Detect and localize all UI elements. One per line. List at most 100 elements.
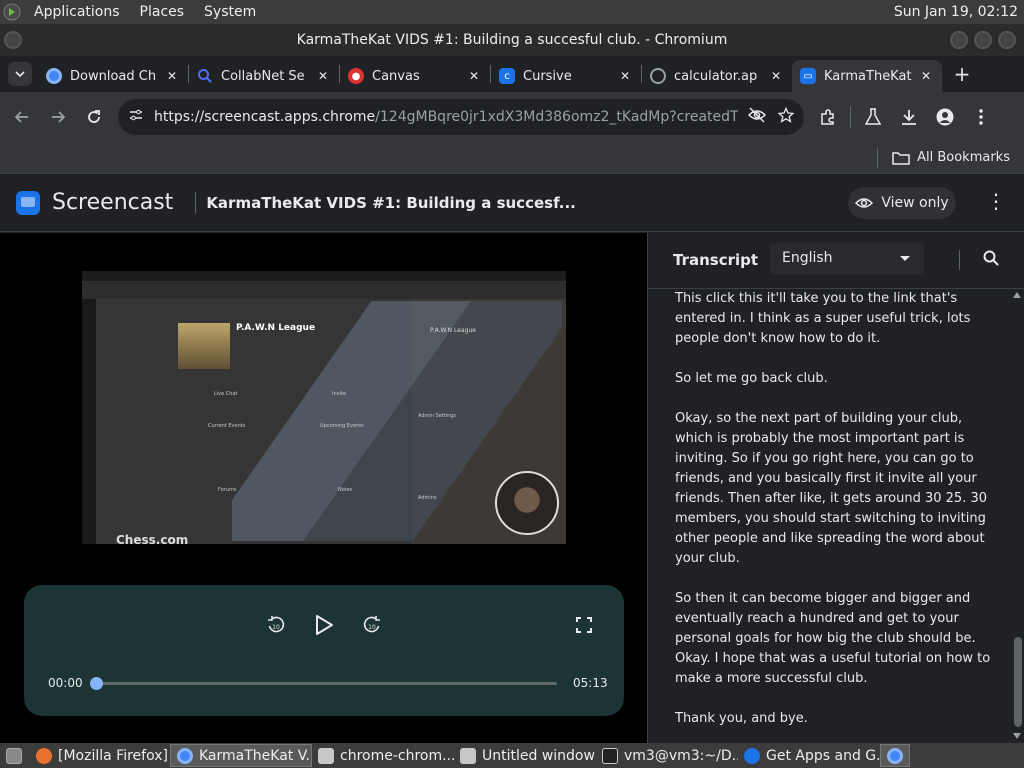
- system-menu[interactable]: System: [194, 0, 266, 24]
- duration: 05:13: [573, 676, 608, 690]
- extensions-icon[interactable]: [810, 99, 846, 135]
- transcript-paragraph[interactable]: So let me go back club.: [675, 369, 997, 389]
- scrollbar-thumb[interactable]: [1014, 637, 1022, 727]
- admins-label: Admins: [418, 495, 437, 501]
- reload-icon[interactable]: [76, 99, 112, 135]
- download-icon[interactable]: [891, 99, 927, 135]
- rewind-10-icon[interactable]: 10: [264, 613, 288, 637]
- tab-cursive[interactable]: c Cursive ✕: [491, 60, 641, 92]
- tab-collabnet[interactable]: CollabNet Se ✕: [189, 60, 339, 92]
- back-icon[interactable]: [4, 99, 40, 135]
- close-tab-icon[interactable]: ✕: [466, 69, 482, 83]
- live-chat-label: Live Chat: [214, 391, 238, 397]
- eye-off-icon[interactable]: [747, 107, 767, 127]
- close-tab-icon[interactable]: ✕: [768, 69, 784, 83]
- seek-bar-thumb[interactable]: [90, 677, 103, 690]
- taskbar-item-terminal[interactable]: vm3@vm3:~/D...: [596, 744, 738, 767]
- close-tab-icon[interactable]: ✕: [315, 69, 331, 83]
- close-tab-icon[interactable]: ✕: [918, 69, 934, 83]
- transcript-paragraph[interactable]: So then it can become bigger and bigger …: [675, 589, 997, 689]
- upcoming-events-label: Upcoming Events: [320, 423, 364, 429]
- scroll-down-arrow-icon[interactable]: [1013, 733, 1021, 739]
- video-browser-tabs: [82, 271, 566, 281]
- fullscreen-icon[interactable]: [574, 615, 594, 635]
- tab-title: KarmaTheKat: [824, 68, 912, 84]
- close-tab-icon[interactable]: ✕: [164, 69, 180, 83]
- show-desktop-button[interactable]: [0, 744, 30, 767]
- firefox-icon: [36, 747, 52, 764]
- video-sidebar: [82, 299, 96, 544]
- tab-search-button[interactable]: [8, 62, 32, 86]
- tab-calculator[interactable]: calculator.ap ✕: [642, 60, 792, 92]
- transcript-paragraph[interactable]: This click this it'll take you to the li…: [675, 290, 997, 349]
- app-brand[interactable]: Screencast: [52, 190, 173, 215]
- club-image: [178, 323, 230, 369]
- terminal-icon: [602, 747, 618, 764]
- more-options-icon[interactable]: ⋮: [984, 189, 1008, 217]
- close-window-button[interactable]: [998, 31, 1016, 49]
- transcript-text: This click this it'll take you to the li…: [675, 290, 997, 743]
- scroll-up-arrow-icon[interactable]: [1013, 292, 1021, 298]
- os-taskbar: [Mozilla Firefox] KarmaTheKat V... chrom…: [0, 743, 1024, 768]
- video-player[interactable]: P.A.W.N League P.A.W.N League Live Chat …: [82, 271, 566, 544]
- play-icon[interactable]: [310, 611, 338, 639]
- applications-menu[interactable]: Applications: [24, 0, 130, 24]
- new-tab-button[interactable]: +: [948, 60, 976, 88]
- bookmarks-bar: All Bookmarks: [0, 142, 1024, 174]
- seek-bar[interactable]: [90, 677, 557, 690]
- taskbar-item-firefox[interactable]: [Mozilla Firefox]: [30, 744, 170, 767]
- places-menu[interactable]: Places: [130, 0, 195, 24]
- view-only-button[interactable]: View only: [848, 187, 956, 219]
- profile-avatar-icon[interactable]: [927, 99, 963, 135]
- maximize-button[interactable]: [974, 31, 992, 49]
- os-top-panel: Applications Places System Sun Jan 19, 0…: [0, 0, 1024, 24]
- search-icon[interactable]: [982, 249, 1004, 271]
- chevron-down-icon: [15, 71, 25, 78]
- taskbar-item-tray[interactable]: [880, 744, 910, 767]
- video-browser-bar: [82, 281, 566, 299]
- labs-flask-icon[interactable]: [855, 99, 891, 135]
- chromium-icon: [887, 747, 903, 764]
- notes-label: Notes: [338, 487, 353, 493]
- header-divider: [195, 191, 197, 214]
- tab-title: Canvas: [372, 68, 420, 84]
- taskbar-item-chromium[interactable]: KarmaTheKat V...: [170, 744, 312, 767]
- toolbar-divider: [850, 106, 851, 128]
- transcript-scrollbar[interactable]: [1010, 290, 1024, 743]
- window-menu-button[interactable]: [4, 31, 22, 49]
- taskbar-item-untitled-window[interactable]: Untitled window: [454, 744, 596, 767]
- tab-canvas[interactable]: ● Canvas ✕: [340, 60, 490, 92]
- svg-text:10: 10: [272, 624, 280, 631]
- forward-10-icon[interactable]: 10: [360, 613, 384, 637]
- taskbar-item-label: vm3@vm3:~/D...: [624, 747, 738, 764]
- recording-title: KarmaTheKat VIDS #1: Building a succesf.…: [206, 193, 576, 212]
- view-only-label: View only: [881, 195, 949, 211]
- transcript-title: Transcript: [673, 251, 759, 269]
- url-host: https://screencast.apps.chrome: [154, 109, 376, 125]
- forward-icon[interactable]: [40, 99, 76, 135]
- clock[interactable]: Sun Jan 19, 02:12: [894, 4, 1024, 20]
- language-select[interactable]: English: [770, 243, 924, 275]
- all-bookmarks-button[interactable]: All Bookmarks: [892, 150, 1010, 165]
- folder-icon: [892, 151, 910, 165]
- close-tab-icon[interactable]: ✕: [617, 69, 633, 83]
- bookmark-star-icon[interactable]: [777, 106, 795, 127]
- transcript-paragraph[interactable]: Okay, so the next part of building your …: [675, 409, 997, 569]
- transcript-panel: Transcript English This click this it'll…: [647, 233, 1024, 743]
- transcript-header-divider: [959, 250, 960, 270]
- tab-download-chrome[interactable]: Download Ch ✕: [38, 60, 188, 92]
- url-text: https://screencast.apps.chrome/124gMBqre…: [154, 109, 738, 125]
- address-bar[interactable]: https://screencast.apps.chrome/124gMBqre…: [118, 99, 804, 135]
- site-info-icon[interactable]: [128, 107, 144, 127]
- tab-karmathekat[interactable]: ▭ KarmaTheKat ✕: [792, 60, 942, 92]
- taskbar-item-label: [Mozilla Firefox]: [58, 747, 168, 764]
- eye-icon: [855, 198, 874, 208]
- browser-menu-icon[interactable]: [963, 99, 999, 135]
- minimize-button[interactable]: [950, 31, 968, 49]
- taskbar-item-get-apps[interactable]: Get Apps and G...: [738, 744, 880, 767]
- transcript-body: This click this it'll take you to the li…: [648, 290, 1010, 743]
- transcript-paragraph[interactable]: Thank you, and bye.: [675, 709, 997, 729]
- taskbar-item-file-manager[interactable]: chrome-chrom...: [312, 744, 454, 767]
- distro-logo-icon[interactable]: [0, 0, 24, 24]
- window-title-bar: KarmaTheKat VIDS #1: Building a succesfu…: [0, 24, 1024, 56]
